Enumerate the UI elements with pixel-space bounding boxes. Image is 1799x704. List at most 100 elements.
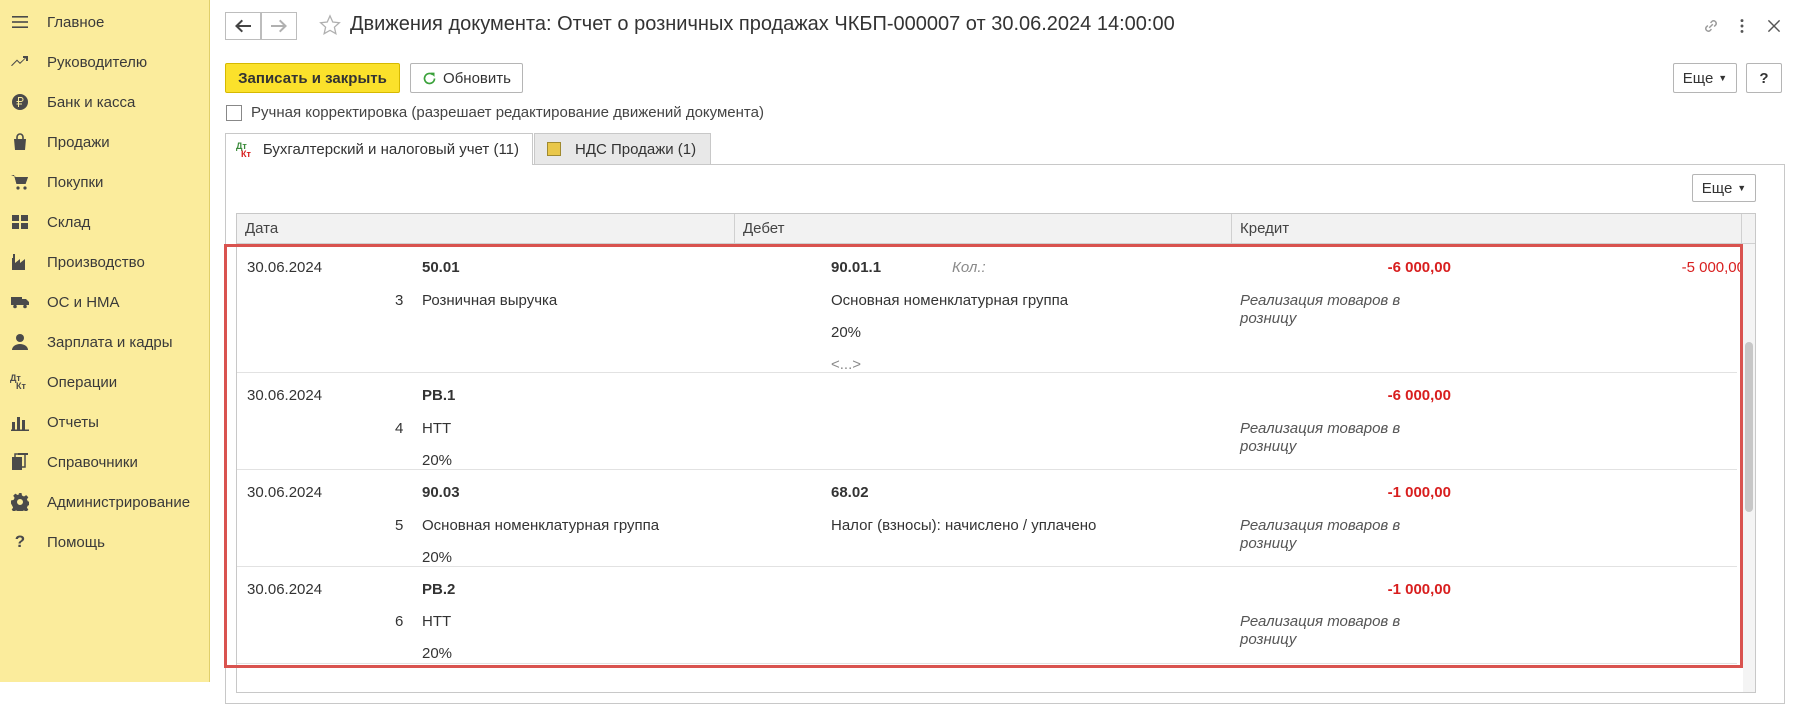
table-row[interactable]: 30.06.2024 3 50.01 Розничная выручка 90.… xyxy=(237,245,1745,373)
truck-icon xyxy=(10,292,30,312)
sidebar-item-admin[interactable]: Администрирование xyxy=(0,484,210,520)
more-button[interactable]: Еще ▼ xyxy=(1673,63,1737,93)
table-header: Дата Дебет Кредит xyxy=(237,214,1755,244)
sidebar-item-label: Отчеты xyxy=(47,413,99,431)
debit-subconto-1: НТТ xyxy=(422,420,452,437)
register-icon xyxy=(547,142,561,156)
sidebar-item-assets[interactable]: ОС и НМА xyxy=(0,284,210,320)
bag-icon xyxy=(10,132,30,152)
credit-subconto-1: Основная номенклатурная группа xyxy=(831,292,1069,309)
row-content: Реализация товаров в розницу xyxy=(1240,420,1401,455)
sidebar-item-label: Справочники xyxy=(47,453,138,471)
sidebar-item-label: Руководителю xyxy=(47,53,148,71)
row-content: Реализация товаров в розницу xyxy=(1240,613,1401,648)
sidebar-item-label: Администрирование xyxy=(47,493,191,511)
row-extra-amount: -5 000,00 xyxy=(1681,259,1745,276)
cart-icon xyxy=(10,172,30,192)
credit-account: 68.02 xyxy=(831,484,869,501)
row-date: 30.06.2024 xyxy=(247,387,323,404)
sidebar-item-warehouse[interactable]: Склад xyxy=(0,204,210,240)
sidebar-item-label: ОС и НМА xyxy=(47,293,120,311)
sidebar-item-label: Помощь xyxy=(47,533,105,551)
arrow-left-icon xyxy=(235,19,251,33)
link-icon[interactable] xyxy=(1701,16,1721,36)
sidebar-item-manager[interactable]: Руководителю xyxy=(0,44,210,80)
sidebar-item-reports[interactable]: Отчеты xyxy=(0,404,210,440)
sidebar: Главное Руководителю Банк и касса Продаж… xyxy=(0,0,210,682)
sidebar-item-label: Банк и касса xyxy=(47,93,136,111)
sidebar-item-production[interactable]: Производство xyxy=(0,244,210,280)
credit-subconto-3: <...> xyxy=(831,356,862,373)
credit-subconto-1: Налог (взносы): начислено / уплачено xyxy=(831,517,1097,534)
more-label: Еще xyxy=(1701,179,1733,197)
back-button[interactable] xyxy=(225,12,261,40)
row-number: 4 xyxy=(395,420,404,437)
debit-account: 90.03 xyxy=(422,484,460,501)
title-bar: Движения документа: Отчет о розничных пр… xyxy=(211,0,1799,52)
arrow-right-icon xyxy=(271,19,287,33)
column-credit[interactable]: Кредит xyxy=(1232,214,1742,244)
tab-vat-sales[interactable]: НДС Продажи (1) xyxy=(534,133,711,164)
sidebar-item-operations[interactable]: Дт Кт Операции xyxy=(0,364,210,400)
row-content: Реализация товаров в розницу xyxy=(1240,292,1401,327)
sidebar-item-label: Покупки xyxy=(47,173,104,191)
credit-qty-label: Кол.: xyxy=(952,259,986,276)
star-icon[interactable] xyxy=(319,14,341,36)
sidebar-item-label: Продажи xyxy=(47,133,110,151)
sidebar-item-directories[interactable]: Справочники xyxy=(0,444,210,480)
column-debit[interactable]: Дебет xyxy=(735,214,1232,244)
debit-subconto-1: Розничная выручка xyxy=(422,292,558,309)
sidebar-item-help[interactable]: ? Помощь xyxy=(0,524,210,560)
table-row[interactable]: 30.06.2024 4 РВ.1 НТТ 20% -6 000,00 Реал… xyxy=(237,374,1737,470)
sidebar-item-label: Склад xyxy=(47,213,91,231)
row-amount: -1 000,00 xyxy=(1387,484,1451,501)
ruble-icon xyxy=(10,92,30,112)
movements-table: Дата Дебет Кредит 30.06.2024 3 50.01 Роз… xyxy=(236,213,1756,693)
sidebar-item-main[interactable]: Главное xyxy=(0,4,210,40)
table-scrollbar[interactable] xyxy=(1743,244,1755,692)
debit-account: РВ.2 xyxy=(422,581,456,598)
more-vertical-icon[interactable] xyxy=(1732,16,1752,36)
more-label: Еще xyxy=(1682,69,1714,87)
row-date: 30.06.2024 xyxy=(247,581,323,598)
person-icon xyxy=(10,332,30,352)
sidebar-item-sales[interactable]: Продажи xyxy=(0,124,210,160)
chevron-down-icon: ▼ xyxy=(1737,183,1747,193)
books-icon xyxy=(10,452,30,472)
sidebar-item-purchases[interactable]: Покупки xyxy=(0,164,210,200)
tab-label: НДС Продажи (1) xyxy=(575,140,697,158)
row-number: 3 xyxy=(395,292,404,309)
help-button[interactable]: ? xyxy=(1746,63,1782,93)
debit-subconto-2: 20% xyxy=(422,452,453,469)
credit-account: 90.01.1 xyxy=(831,259,882,276)
manual-edit-checkbox[interactable] xyxy=(226,104,242,121)
panel-more-button[interactable]: Еще ▼ xyxy=(1692,174,1756,202)
sidebar-item-bank[interactable]: Банк и касса xyxy=(0,84,210,120)
close-icon[interactable] xyxy=(1764,16,1784,36)
refresh-button[interactable]: Обновить xyxy=(410,63,523,93)
manual-edit-label: Ручная корректировка (разрешает редактир… xyxy=(251,104,764,121)
question-icon: ? xyxy=(14,532,26,551)
row-amount: -6 000,00 xyxy=(1387,259,1451,276)
factory-icon xyxy=(10,252,30,272)
forward-button[interactable] xyxy=(261,12,297,40)
tab-accounting[interactable]: Дт Кт Бухгалтерский и налоговый учет (11) xyxy=(225,133,533,165)
sidebar-item-label: Производство xyxy=(47,253,145,271)
sidebar-item-label: Главное xyxy=(47,13,105,31)
debit-subconto-1: Основная номенклатурная группа xyxy=(422,517,660,534)
row-number: 6 xyxy=(395,613,404,630)
manual-edit-row: Ручная корректировка (разрешает редактир… xyxy=(226,104,764,121)
sidebar-item-hr[interactable]: Зарплата и кадры xyxy=(0,324,210,360)
row-date: 30.06.2024 xyxy=(247,259,323,276)
save-and-close-button[interactable]: Записать и закрыть xyxy=(225,63,400,93)
table-row[interactable]: 30.06.2024 5 90.03 Основная номенклатурн… xyxy=(237,471,1737,567)
debit-subconto-2: 20% xyxy=(422,645,453,662)
scrollbar-thumb[interactable] xyxy=(1745,342,1753,512)
column-date[interactable]: Дата xyxy=(237,214,735,244)
trend-icon xyxy=(10,52,30,72)
menu-icon xyxy=(10,12,30,32)
page-title: Движения документа: Отчет о розничных пр… xyxy=(350,13,1175,35)
table-row[interactable]: 30.06.2024 6 РВ.2 НТТ 20% -1 000,00 Реал… xyxy=(237,568,1737,664)
debit-account: 50.01 xyxy=(422,259,460,276)
tab-label: Бухгалтерский и налоговый учет (11) xyxy=(262,141,520,158)
